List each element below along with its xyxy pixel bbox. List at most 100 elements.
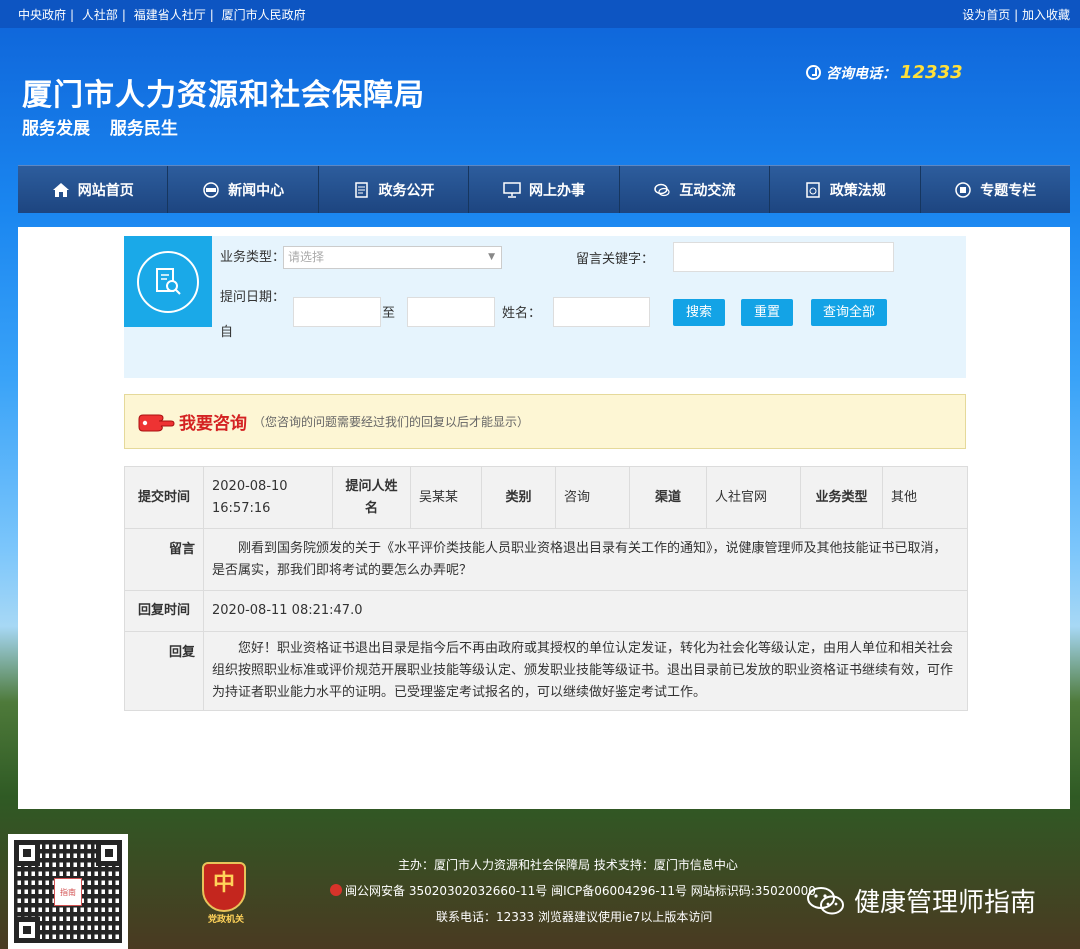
link-central-gov[interactable]: 中央政府 (18, 8, 66, 22)
main-content: 业务类型： 请选择 ▼ 留言关键字： 提问日期： 自 至 姓名： 搜索 重置 查… (18, 227, 1070, 809)
keyword-input[interactable] (673, 242, 894, 272)
date-to-input[interactable] (407, 297, 495, 327)
date-from-input[interactable] (293, 297, 381, 327)
channel-label: 渠道 (629, 466, 707, 529)
nav-online-service[interactable]: 网上办事 (469, 166, 620, 213)
nav-label: 政策法规 (829, 182, 886, 199)
biz-type-value: 其他 (882, 466, 968, 529)
submit-clock: 16:57:16 (212, 500, 271, 516)
asker-value: 吴某某 (410, 466, 482, 529)
hotline-number: 12333 (900, 62, 963, 83)
submit-time-value: 2020-08-10 16:57:16 (203, 466, 333, 529)
biz-type-label: 业务类型 (800, 466, 883, 529)
nav-news[interactable]: 新闻中心 (168, 166, 319, 213)
topic-icon (954, 181, 972, 198)
pointing-hand-icon (138, 414, 175, 431)
phone-icon (806, 65, 821, 80)
monitor-icon (503, 181, 521, 198)
separator: | (1014, 8, 1019, 22)
hotline: 咨询电话： 12333 (806, 62, 963, 83)
business-type-select[interactable]: 请选择 ▼ (283, 246, 502, 269)
keyword-label: 留言关键字： (576, 252, 655, 267)
search-panel: 业务类型： 请选择 ▼ 留言关键字： 提问日期： 自 至 姓名： 搜索 重置 查… (124, 236, 966, 378)
footer-contact: 联系电话：12333 浏览器建议使用ie7以上版本访问 (436, 910, 713, 924)
nav-label: 新闻中心 (228, 182, 285, 199)
date-to-label: 至 (382, 306, 396, 321)
footer: 指南 中 党政机关 主办：厦门市人力资源和社会保障局 技术支持：厦门市信息中心 … (0, 810, 1080, 949)
nav-home[interactable]: 网站首页 (18, 166, 169, 213)
footer-sponsor: 主办：厦门市人力资源和社会保障局 技术支持：厦门市信息中心 (398, 858, 738, 872)
name-input[interactable] (553, 297, 650, 327)
separator: | (70, 8, 75, 22)
table-row: 提交时间 2020-08-10 16:57:16 提问人姓名 吴某某 类别 咨询… (124, 466, 968, 529)
reply-time-label: 回复时间 (124, 590, 204, 632)
reply-time-value: 2020-08-11 08:21:47.0 (203, 590, 968, 632)
qr-finder (14, 917, 40, 943)
main-nav: 网站首页 新闻中心 政务公开 网上办事 互动交流 政策法规 专题专栏 (18, 165, 1070, 213)
policy-icon (804, 181, 822, 198)
nav-label: 专题专栏 (980, 182, 1037, 199)
name-label: 姓名： (502, 306, 542, 321)
wechat-watermark: 健康管理师指南 (806, 882, 1036, 919)
search-panel-icon-box (124, 236, 212, 327)
document-search-icon (137, 250, 199, 313)
footer-icp-text[interactable]: 闽公网安备 35020302032660-11号 闽ICP备06004296-1… (345, 884, 816, 898)
nav-label: 互动交流 (679, 182, 736, 199)
nav-label: 网上办事 (528, 182, 585, 199)
message-label: 留言 (124, 528, 204, 591)
reply-value: 您好！职业资格证书退出目录是指今后不再由政府或其授权的单位认定发证，转化为社会化… (203, 631, 968, 711)
chat-icon (653, 182, 671, 198)
date-label: 提问日期： (220, 290, 286, 305)
chevron-down-icon: ▼ (488, 252, 495, 262)
consult-bar[interactable]: 我要咨询 （您咨询的问题需要经过我们的回复以后才能显示） (124, 394, 966, 449)
hotline-label: 咨询电话： (826, 65, 896, 82)
asker-label: 提问人姓名 (332, 466, 411, 529)
channel-value: 人社官网 (706, 466, 801, 529)
table-row: 回复 您好！职业资格证书退出目录是指今后不再由政府或其授权的单位认定发证，转化为… (124, 631, 968, 711)
consult-title: 我要咨询 (179, 414, 247, 434)
qr-code: 指南 (8, 834, 128, 949)
top-links: 中央政府 | 人社部 | 福建省人社厅 | 厦门市人民政府 (18, 6, 310, 23)
nav-policy[interactable]: 政策法规 (770, 166, 921, 213)
qr-finder (96, 840, 122, 866)
link-xiamen-gov[interactable]: 厦门市人民政府 (222, 8, 306, 22)
nav-label: 政务公开 (378, 182, 435, 199)
submit-date: 2020-08-10 (212, 478, 288, 494)
party-gov-emblem[interactable]: 中 党政机关 (202, 862, 246, 925)
emblem-glyph: 中 (212, 871, 235, 896)
separator: | (121, 8, 126, 22)
business-type-placeholder: 请选择 (288, 250, 325, 264)
site-slogan: 服务发展 服务民生 (22, 119, 178, 139)
separator: | (209, 8, 214, 22)
nav-topics[interactable]: 专题专栏 (921, 166, 1070, 213)
business-type-label: 业务类型： (220, 250, 286, 265)
document-icon (353, 181, 371, 198)
date-from-label: 自 (220, 325, 234, 340)
set-home-link[interactable]: 设为首页 (962, 8, 1010, 22)
category-value: 咨询 (555, 466, 630, 529)
add-favorite-link[interactable]: 加入收藏 (1022, 8, 1070, 22)
query-all-button[interactable]: 查询全部 (811, 299, 887, 326)
site-title: 厦门市人力资源和社会保障局 (22, 78, 425, 113)
consultation-detail-table: 提交时间 2020-08-10 16:57:16 提问人姓名 吴某某 类别 咨询… (124, 466, 968, 711)
search-button[interactable]: 搜索 (673, 299, 725, 326)
nav-interaction[interactable]: 互动交流 (620, 166, 771, 213)
qr-pattern: 指南 (14, 840, 122, 943)
link-mohrss[interactable]: 人社部 (82, 8, 118, 22)
link-fujian-hrss[interactable]: 福建省人社厅 (134, 8, 206, 22)
news-icon (202, 181, 220, 198)
wechat-name: 健康管理师指南 (854, 888, 1037, 918)
reset-button[interactable]: 重置 (741, 299, 793, 326)
reply-label: 回复 (124, 631, 204, 711)
message-value: 刚看到国务院颁发的关于《水平评价类技能人员职业资格退出目录有关工作的通知》，说健… (203, 528, 968, 591)
wechat-icon (807, 886, 844, 914)
qr-finder (14, 840, 40, 866)
table-row: 留言 刚看到国务院颁发的关于《水平评价类技能人员职业资格退出目录有关工作的通知》… (124, 528, 968, 591)
nav-gov-affairs[interactable]: 政务公开 (319, 166, 470, 213)
emblem-label: 党政机关 (207, 915, 244, 925)
category-label: 类别 (481, 466, 556, 529)
top-right-links: 设为首页 | 加入收藏 (962, 6, 1070, 23)
top-bar: 中央政府 | 人社部 | 福建省人社厅 | 厦门市人民政府 设为首页 | 加入收藏 (0, 0, 1080, 28)
nav-label: 网站首页 (77, 182, 134, 199)
home-icon (52, 182, 70, 198)
